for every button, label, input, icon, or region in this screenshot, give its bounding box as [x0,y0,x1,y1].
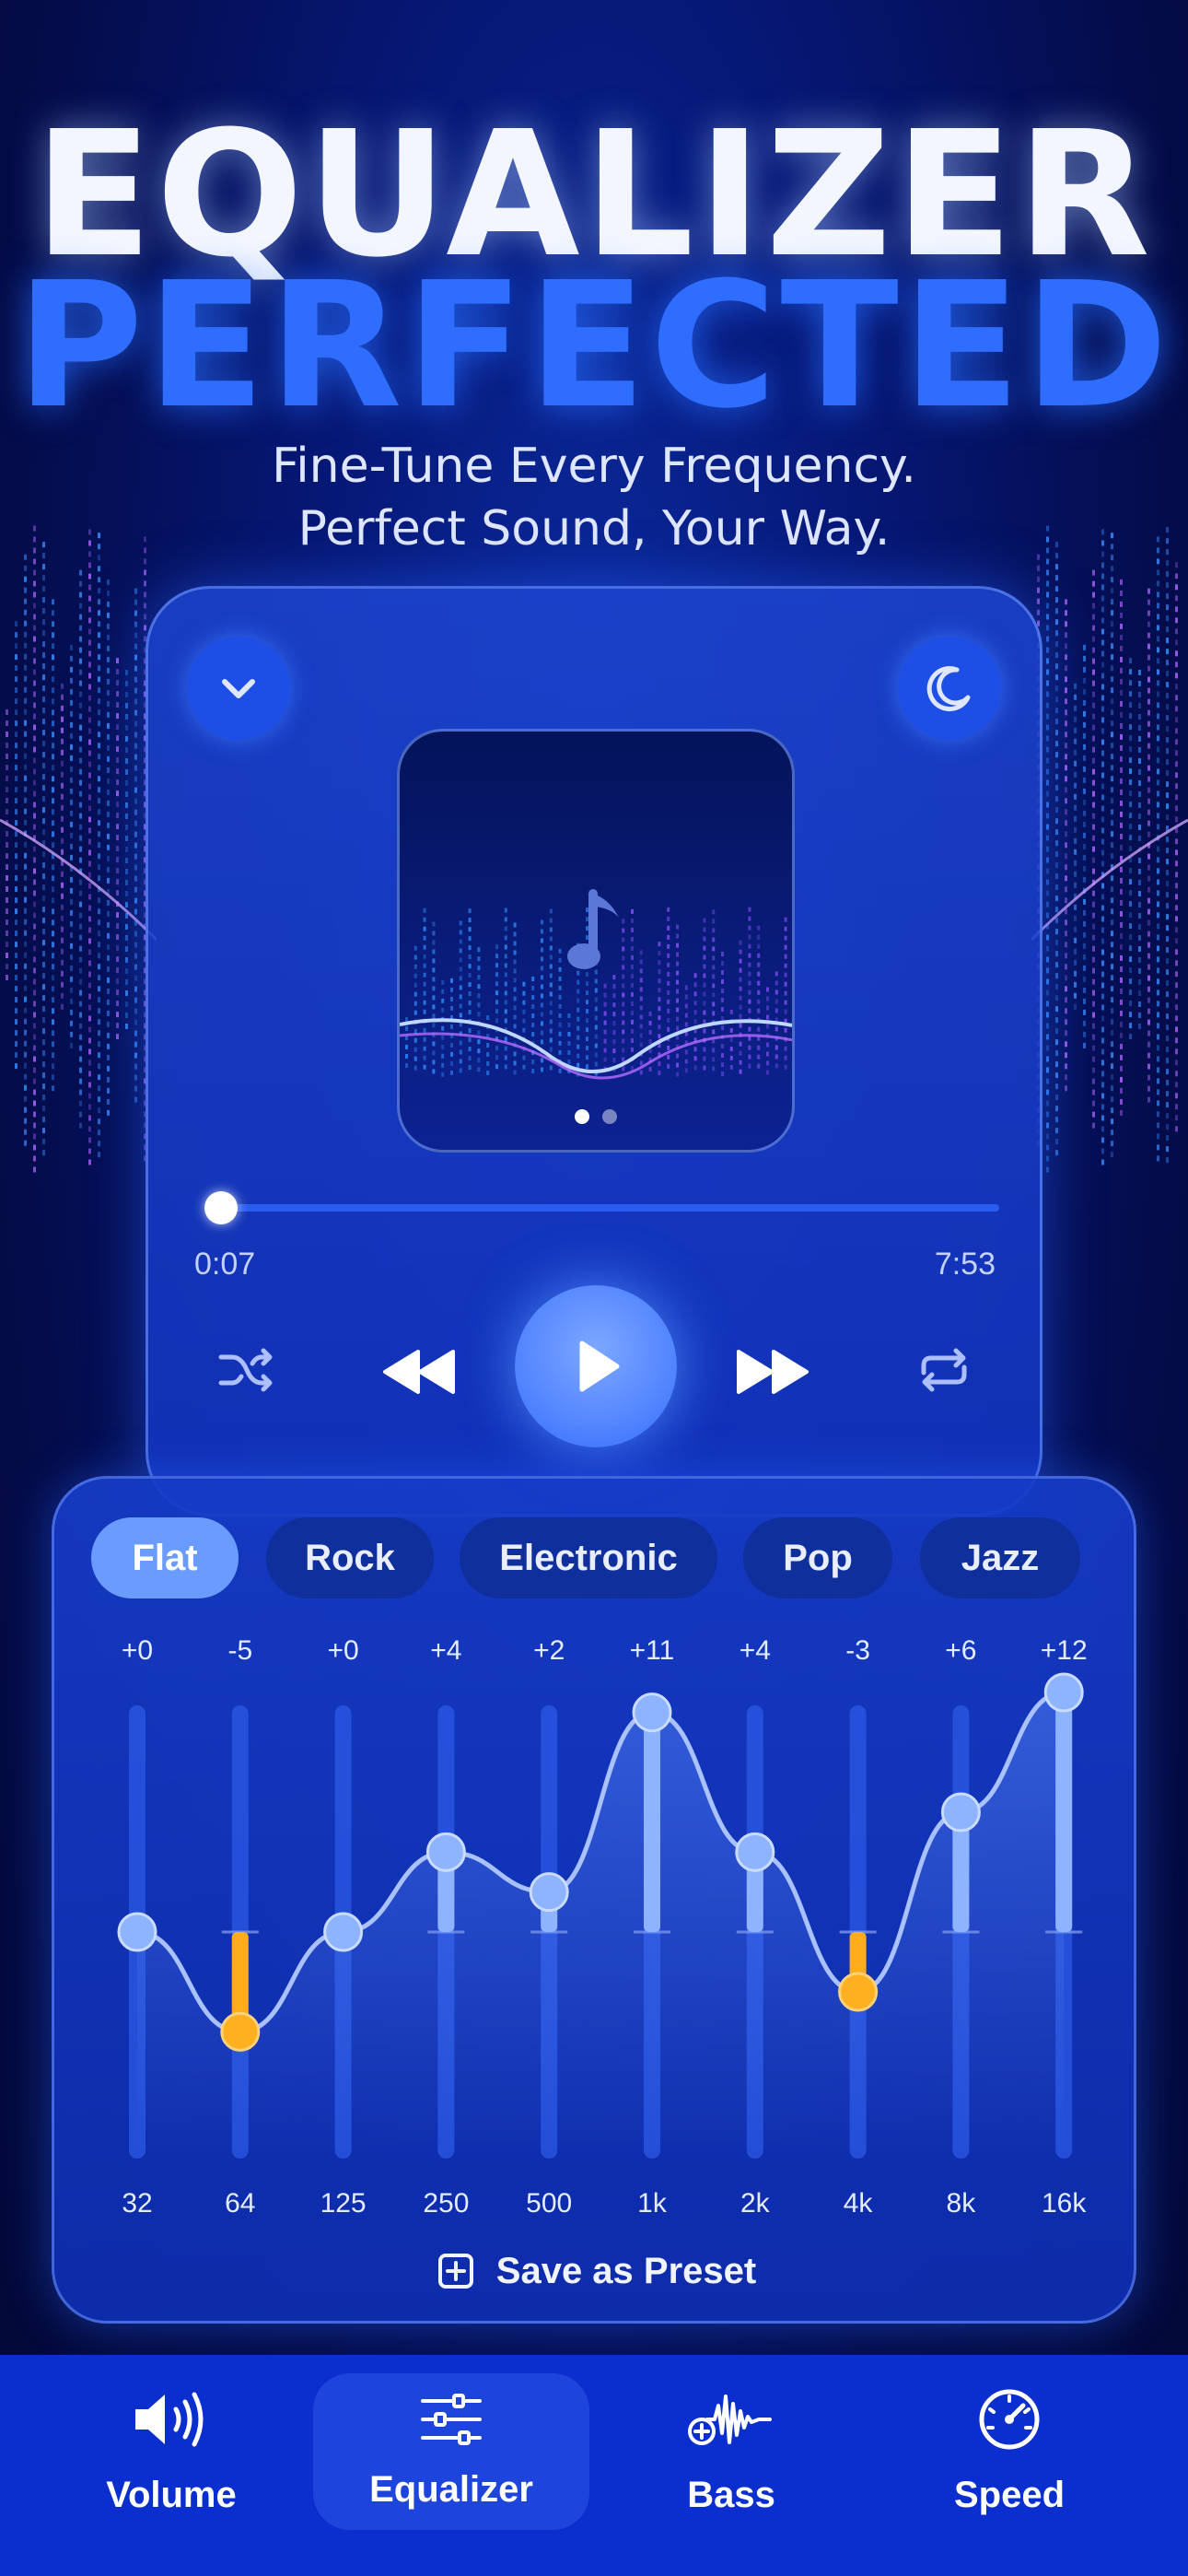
band-level-fill [644,1713,660,1932]
band-frequency-label: 2k [740,2188,771,2219]
band-frequency-label: 64 [225,2188,255,2219]
band-frequency-label: 500 [526,2188,572,2219]
band-gain-label: +6 [945,1635,976,1666]
save-preset-button[interactable]: Save as Preset [54,2243,1139,2299]
progress-knob[interactable] [204,1191,238,1224]
band-gain-label: +11 [630,1635,675,1666]
band-gain-label: +4 [430,1635,461,1666]
band-gain-label: +0 [122,1635,153,1666]
band-knob[interactable] [119,1914,156,1950]
tab-equalizer[interactable]: Equalizer [313,2373,589,2530]
band-frequency-label: 4k [844,2188,874,2219]
band-knob[interactable] [737,1833,774,1870]
band-gain-label: -5 [227,1635,252,1666]
shuffle-button[interactable] [209,1333,283,1407]
album-page-dots [400,1109,792,1124]
play-icon [564,1334,628,1399]
equalizer-bands[interactable]: +0 32 -5 64 +0 125 +4 250 +2 500 +11 1k +4 2k -3 4k +6 8k… [54,1479,1139,2234]
band-gain-label: +12 [1041,1635,1088,1666]
band-knob[interactable] [325,1914,362,1950]
subtitle-line-2: Perfect Sound, Your Way. [0,501,1188,556]
total-duration: 7:53 [935,1247,996,1282]
rewind-button[interactable] [373,1326,465,1418]
speedometer-icon [977,2387,1042,2452]
collapse-button[interactable] [187,637,290,740]
band-level-fill [1055,1692,1072,1932]
band-frequency-label: 8k [947,2188,977,2219]
page-dot[interactable] [602,1109,617,1124]
band-knob[interactable] [840,1973,877,2010]
band-gain-label: -3 [845,1635,870,1666]
band-gain-label: +4 [740,1635,771,1666]
band-knob[interactable] [530,1874,567,1911]
play-button[interactable] [515,1285,677,1447]
tab-label: Bass [593,2475,869,2516]
subtitle-line-1: Fine-Tune Every Frequency. [0,439,1188,494]
band-knob[interactable] [634,1694,670,1731]
save-preset-label: Save as Preset [496,2251,756,2292]
band-knob[interactable] [427,1833,464,1870]
band-frequency-label: 16k [1042,2188,1087,2219]
chevron-down-icon [214,663,263,713]
sleep-timer-button[interactable] [898,637,1001,740]
tab-label: Speed [871,2475,1147,2516]
band-gain-label: +0 [327,1635,358,1666]
band-gain-label: +2 [533,1635,565,1666]
page-dot[interactable] [575,1109,589,1124]
band-frequency-label: 32 [122,2188,152,2219]
repeat-icon [916,1345,972,1395]
tab-speed[interactable]: Speed [871,2373,1147,2530]
band-frequency-label: 250 [423,2188,469,2219]
fast-forward-button[interactable] [727,1326,819,1418]
album-artwork[interactable] [397,729,795,1153]
bottom-tab-bar: Volume Equalizer Bass Speed [0,2355,1188,2576]
tab-label: Equalizer [313,2469,589,2511]
band-frequency-label: 125 [320,2188,367,2219]
band-knob[interactable] [222,2013,259,2050]
speaker-icon [130,2387,213,2452]
plus-square-icon [437,2253,474,2289]
player-card: 0:07 7:53 [146,586,1042,1516]
fast-forward-icon [733,1346,812,1398]
moon-icon [922,661,977,716]
progress-bar[interactable] [209,1204,999,1212]
band-frequency-label: 1k [637,2188,668,2219]
tab-label: Volume [33,2475,309,2516]
band-knob[interactable] [1045,1674,1082,1711]
tab-bass[interactable]: Bass [593,2373,869,2530]
sliders-icon [419,2392,483,2447]
elapsed-time: 0:07 [194,1247,255,1282]
rewind-icon [379,1346,459,1398]
equalizer-card: Flat Rock Electronic Pop Jazz +0 32 -5 64 +0… [52,1476,1136,2324]
tab-volume[interactable]: Volume [33,2373,309,2530]
bass-wave-icon [687,2387,775,2452]
music-note-icon [562,886,635,978]
band-knob[interactable] [942,1794,979,1831]
shuffle-icon [217,1346,274,1394]
repeat-button[interactable] [907,1333,981,1407]
headline-line-2: PERFECTED [0,260,1188,433]
eq-curve-area [137,1692,1064,2159]
